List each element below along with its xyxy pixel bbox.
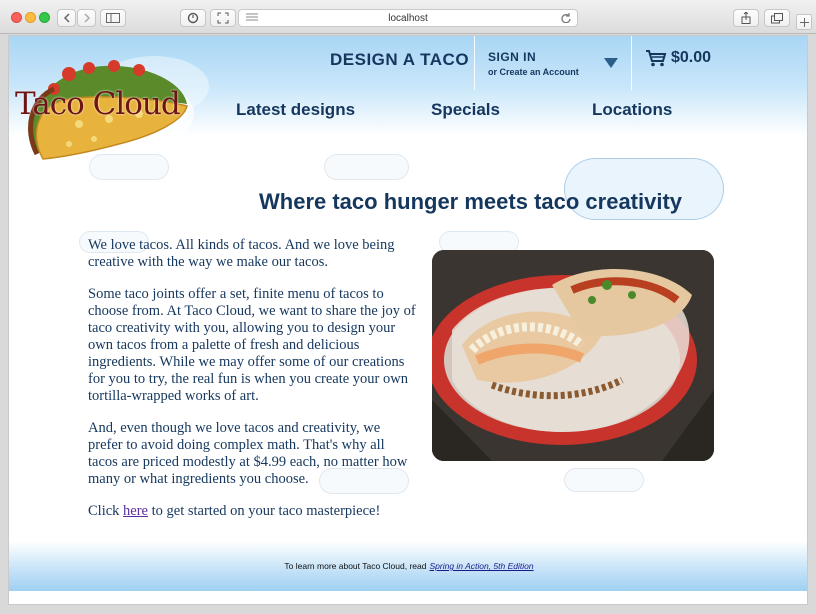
nav-latest-designs[interactable]: Latest designs bbox=[236, 100, 355, 120]
plus-icon bbox=[799, 17, 809, 27]
cart-button[interactable]: $0.00 bbox=[645, 49, 711, 67]
intro-paragraph: And, even though we love tacos and creat… bbox=[88, 420, 408, 487]
url-text: localhost bbox=[388, 12, 428, 24]
nav-specials[interactable]: Specials bbox=[431, 100, 500, 120]
expand-icon bbox=[217, 12, 229, 24]
intro-paragraph: We love tacos. All kinds of tacos. And w… bbox=[88, 237, 395, 270]
get-started-link[interactable]: here bbox=[123, 503, 148, 519]
design-taco-link[interactable]: DESIGN A TACO bbox=[330, 50, 469, 70]
cta-prefix: Click bbox=[88, 503, 120, 519]
back-button[interactable] bbox=[57, 9, 76, 27]
cloud-decoration bbox=[324, 154, 409, 180]
forward-button[interactable] bbox=[77, 9, 96, 27]
intro-text: We love tacos. All kinds of tacos. And w… bbox=[88, 237, 418, 535]
page-viewport: Taco Cloud DESIGN A TACO SIGN IN or Crea… bbox=[8, 35, 808, 605]
cta-paragraph: Click here to get started on your taco m… bbox=[88, 503, 418, 520]
taco-photo-image bbox=[432, 250, 714, 461]
chevron-left-icon bbox=[63, 13, 70, 23]
browser-toolbar: localhost bbox=[0, 0, 816, 34]
minimize-window-button[interactable] bbox=[25, 12, 36, 23]
header-divider bbox=[631, 36, 632, 90]
create-account-text: or Create an Account bbox=[488, 67, 579, 77]
share-button[interactable] bbox=[733, 9, 759, 27]
cloud-decoration bbox=[564, 468, 644, 492]
site-footer: To learn more about Taco Cloud, read Spr… bbox=[9, 541, 807, 591]
cart-total: $0.00 bbox=[671, 49, 712, 66]
signin-menu[interactable]: SIGN IN or Create an Account bbox=[488, 50, 579, 77]
intro-paragraph: Some taco joints offer a set, finite men… bbox=[88, 286, 416, 404]
share-icon bbox=[741, 12, 751, 24]
logo-text: Taco Cloud bbox=[15, 86, 181, 122]
sidebar-button[interactable] bbox=[100, 9, 126, 27]
reader-icon[interactable] bbox=[246, 13, 258, 23]
address-bar[interactable]: localhost bbox=[238, 9, 578, 27]
signin-title: SIGN IN bbox=[488, 50, 537, 64]
extension-button-2[interactable] bbox=[210, 9, 236, 27]
header-divider bbox=[474, 36, 475, 90]
dropdown-caret-icon[interactable] bbox=[604, 58, 618, 68]
footer-text: To learn more about Taco Cloud, read bbox=[284, 561, 427, 571]
tabs-icon bbox=[771, 12, 783, 23]
tabs-button[interactable] bbox=[764, 9, 790, 27]
chevron-right-icon bbox=[83, 13, 90, 23]
extension-button[interactable] bbox=[180, 9, 206, 27]
reload-icon[interactable] bbox=[561, 13, 571, 23]
sidebar-icon bbox=[106, 13, 120, 23]
new-tab-button[interactable] bbox=[796, 14, 812, 30]
nav-locations[interactable]: Locations bbox=[592, 100, 672, 120]
cta-suffix: to get started on your taco masterpiece! bbox=[151, 503, 381, 519]
site-logo[interactable]: Taco Cloud bbox=[9, 44, 194, 169]
zoom-window-button[interactable] bbox=[39, 12, 50, 23]
close-window-button[interactable] bbox=[11, 12, 22, 23]
taco-photo bbox=[432, 250, 714, 461]
page-headline: Where taco hunger meets taco creativity bbox=[259, 189, 683, 214]
stopwatch-icon bbox=[187, 12, 199, 24]
book-link[interactable]: Spring in Action, 5th Edition bbox=[429, 561, 533, 571]
shopping-cart-icon bbox=[646, 50, 667, 67]
